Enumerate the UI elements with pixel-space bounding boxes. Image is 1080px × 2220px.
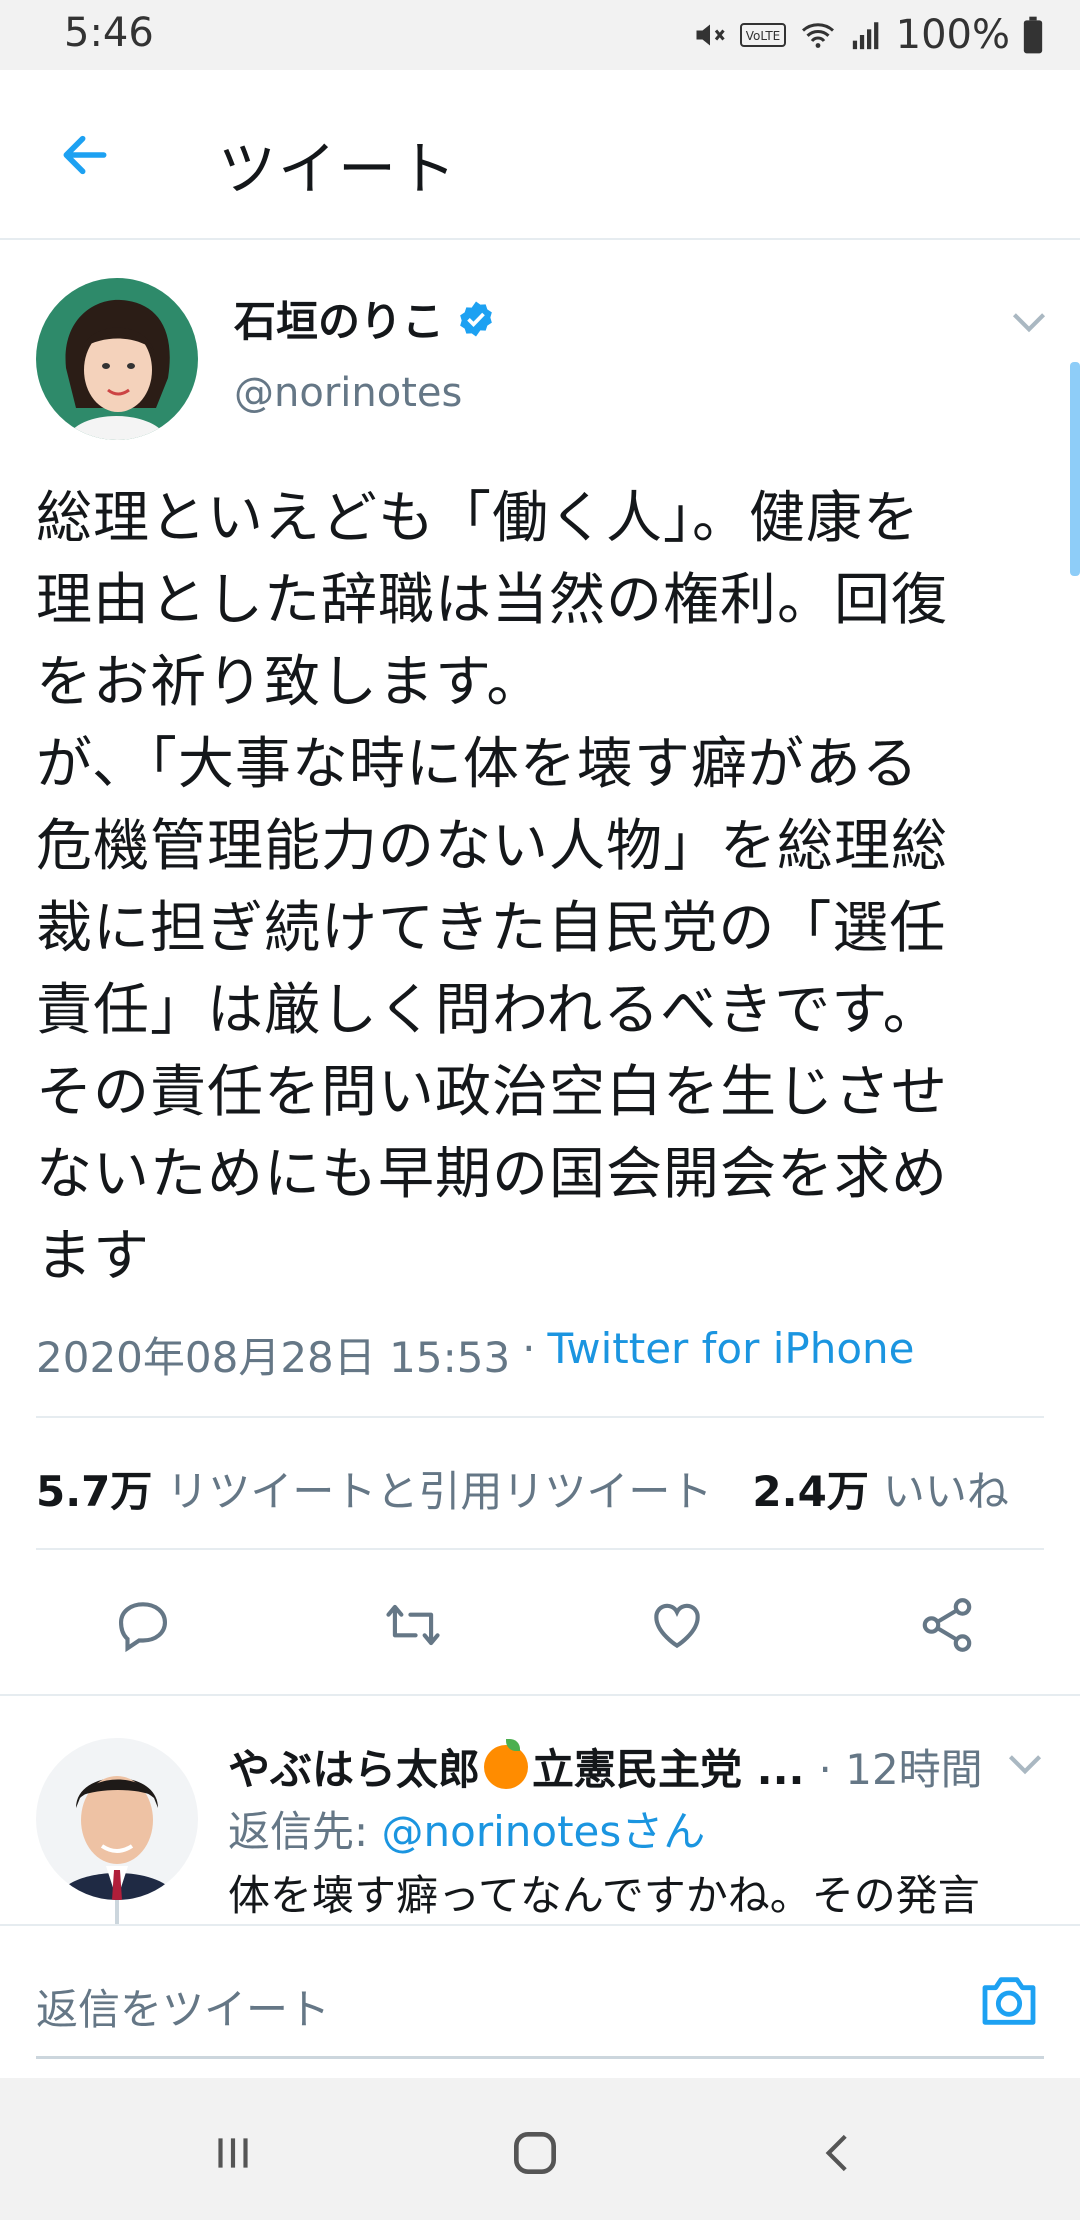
author-avatar[interactable] <box>36 278 198 440</box>
divider <box>36 1416 1044 1418</box>
battery-icon <box>1023 16 1043 54</box>
reply-to: 返信先: @norinotesさん <box>228 1798 705 1859</box>
nav-back-button[interactable] <box>794 2108 884 2198</box>
avatar-image <box>36 278 198 440</box>
status-bar: 5:46 VoLTE 100% <box>0 0 1080 70</box>
like-button[interactable] <box>632 1580 722 1670</box>
reply-time: · 12時間 <box>818 1745 983 1794</box>
divider <box>36 1548 1044 1550</box>
reply-to-prefix: 返信先: <box>228 1807 382 1856</box>
tweet-meta: 2020年08月28日 15:53 · Twitter for iPhone <box>36 1324 915 1385</box>
camera-icon <box>982 1977 1036 2025</box>
back-arrow-icon <box>63 135 107 175</box>
camera-button[interactable] <box>974 1966 1044 2036</box>
tweet-actions <box>36 1580 1044 1670</box>
volte-icon: VoLTE <box>739 23 786 47</box>
status-time: 5:46 <box>64 10 154 56</box>
svg-text:VoLTE: VoLTE <box>745 29 780 43</box>
author-handle[interactable]: @norinotes <box>234 370 462 416</box>
retweet-button[interactable] <box>368 1580 458 1670</box>
author-name[interactable]: 石垣のりこ <box>234 288 496 349</box>
nav-back-icon <box>825 2134 847 2172</box>
likes-label[interactable]: いいね <box>883 1458 1009 1519</box>
back-button[interactable] <box>40 110 130 200</box>
divider <box>0 1694 1080 1696</box>
retweets-label[interactable]: リツイートと引用リツイート <box>166 1458 712 1519</box>
recents-button[interactable] <box>188 2108 278 2198</box>
reply-button[interactable] <box>98 1580 188 1670</box>
meta-separator: · <box>522 1324 536 1373</box>
home-button[interactable] <box>490 2108 580 2198</box>
verified-badge-icon <box>460 301 492 336</box>
reply-icon <box>118 1602 168 1653</box>
reply-composer: 返信をツイート <box>0 1924 1080 2080</box>
like-icon <box>654 1603 700 1649</box>
chevron-down-icon <box>1008 1755 1042 1775</box>
chevron-down-icon <box>1012 313 1046 333</box>
thread-line <box>115 1900 119 1926</box>
system-nav-bar <box>0 2078 1080 2220</box>
reply-input[interactable]: 返信をツイート <box>36 1976 330 2037</box>
tweet-menu-button[interactable] <box>1004 296 1054 346</box>
share-icon <box>922 1598 972 1652</box>
reply-to-mention[interactable]: @norinotesさん <box>382 1807 706 1856</box>
orange-emoji-icon <box>484 1738 529 1789</box>
status-icons: VoLTE 100% <box>692 10 1044 60</box>
reply-avatar-image <box>36 1738 198 1900</box>
app-header: ツイート <box>0 70 1080 240</box>
signal-icon <box>852 22 878 50</box>
battery-percent: 100% <box>895 12 1010 58</box>
tweet-stats: 5.7万 リツイートと引用リツイート 2.4万 いいね <box>36 1458 1049 1519</box>
tweet-text: 総理といえども「働く人」。健康を 理由とした辞職は当然の権利。回復 をお祈り致し… <box>36 486 948 1289</box>
tweet-source-link[interactable]: Twitter for iPhone <box>548 1324 915 1385</box>
retweet-icon <box>386 1604 440 1646</box>
reply-header: やぶはら太郎 立憲民主党 ... · 12時間 <box>228 1736 983 1797</box>
reply-author-suffix[interactable]: 立憲民主党 ... <box>532 1736 805 1797</box>
retweets-count[interactable]: 5.7万 <box>36 1458 152 1519</box>
reply-menu-button[interactable] <box>1000 1738 1050 1788</box>
reply-author-avatar[interactable] <box>36 1738 198 1900</box>
recents-icon <box>218 2138 248 2168</box>
author-name-text: 石垣のりこ <box>234 297 445 346</box>
page-title: ツイート <box>218 135 459 203</box>
mute-icon <box>696 24 725 46</box>
reply-author-name[interactable]: やぶはら太郎 <box>228 1736 480 1797</box>
tweet-datetime: 2020年08月28日 15:53 <box>36 1333 511 1382</box>
composer-underline <box>36 2056 1044 2059</box>
likes-count[interactable]: 2.4万 <box>752 1458 868 1519</box>
reply-text: 体を壊す癖ってなんですかね。その発言 <box>228 1871 980 1920</box>
home-icon <box>514 2132 556 2174</box>
wifi-icon <box>801 23 834 48</box>
share-button[interactable] <box>902 1580 992 1670</box>
scrollbar[interactable] <box>1070 362 1080 576</box>
